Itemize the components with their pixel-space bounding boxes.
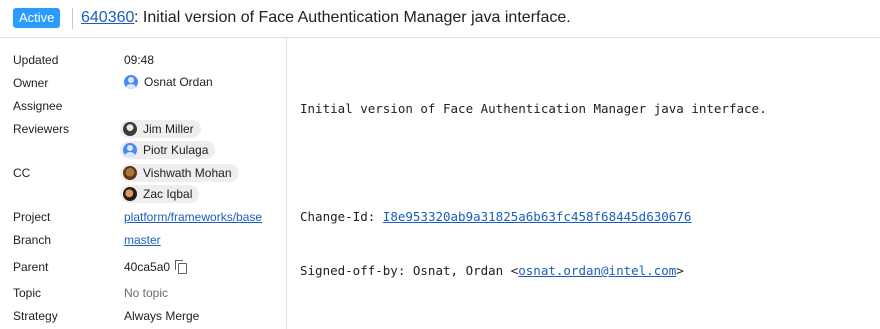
owner-label: Owner [13, 76, 49, 90]
signed-off-line: Signed-off-by: Osnat, Ordan <osnat.ordan… [300, 262, 767, 280]
topic-value[interactable]: No topic [124, 285, 168, 301]
signed-off-suffix: > [676, 263, 684, 278]
parent-label: Parent [13, 260, 49, 274]
cc-name: Vishwath Mohan [143, 166, 232, 180]
change-id-label: Change-Id: [300, 209, 383, 224]
reviewer-chip[interactable]: Piotr Kulaga [120, 141, 216, 159]
change-number-link[interactable]: 640360 [81, 9, 134, 27]
avatar-icon [123, 187, 137, 201]
status-badge: Active [13, 8, 61, 28]
person-avatar-icon [124, 75, 138, 89]
strategy-label: Strategy [13, 309, 58, 323]
reviewers-label: Reviewers [13, 122, 70, 136]
owner-name: Osnat Ordan [144, 75, 213, 89]
change-metadata-panel: Updated 09:48 Owner Osnat Ordan Assignee… [0, 38, 287, 329]
project-label: Project [13, 210, 51, 224]
commit-message-blank [300, 154, 767, 172]
header-divider [72, 8, 73, 29]
parent-commit-hash: 40ca5a0 [124, 260, 171, 274]
avatar-icon [123, 122, 137, 136]
topic-label: Topic [13, 286, 42, 300]
cc-chip[interactable]: Vishwath Mohan [120, 164, 239, 182]
assignee-label: Assignee [13, 99, 63, 113]
copy-icon[interactable] [175, 260, 188, 274]
reviewer-name: Piotr Kulaga [143, 143, 209, 157]
change-subject: : Initial version of Face Authentication… [134, 9, 571, 26]
branch-link[interactable]: master [124, 232, 161, 248]
commit-message: Initial version of Face Authentication M… [300, 64, 767, 298]
branch-label: Branch [13, 233, 52, 247]
parent-commit: 40ca5a0 [124, 259, 188, 275]
owner-account[interactable]: Osnat Ordan [124, 74, 213, 90]
change-id-line: Change-Id: I8e953320ab9a31825a6b63fc458f… [300, 208, 767, 226]
reviewer-chip[interactable]: Jim Miller [120, 120, 201, 138]
cc-label: CC [13, 166, 31, 180]
cc-name: Zac Iqbal [143, 187, 193, 201]
person-avatar-icon [123, 143, 137, 157]
project-link[interactable]: platform/frameworks/base [124, 209, 262, 225]
change-header: Active 640360 : Initial version of Face … [0, 0, 880, 38]
strategy-value: Always Merge [124, 309, 200, 323]
avatar-icon [123, 166, 137, 180]
change-id-link[interactable]: I8e953320ab9a31825a6b63fc458f68445d63067… [383, 209, 692, 224]
cc-chip[interactable]: Zac Iqbal [120, 185, 200, 203]
updated-value: 09:48 [124, 53, 155, 67]
commit-message-title: Initial version of Face Authentication M… [300, 101, 767, 116]
signed-off-label: Signed-off-by: Osnat, Ordan < [300, 263, 519, 278]
updated-label: Updated [13, 53, 59, 67]
reviewer-name: Jim Miller [143, 122, 194, 136]
signed-off-email-link[interactable]: osnat.ordan@intel.com [518, 263, 676, 278]
